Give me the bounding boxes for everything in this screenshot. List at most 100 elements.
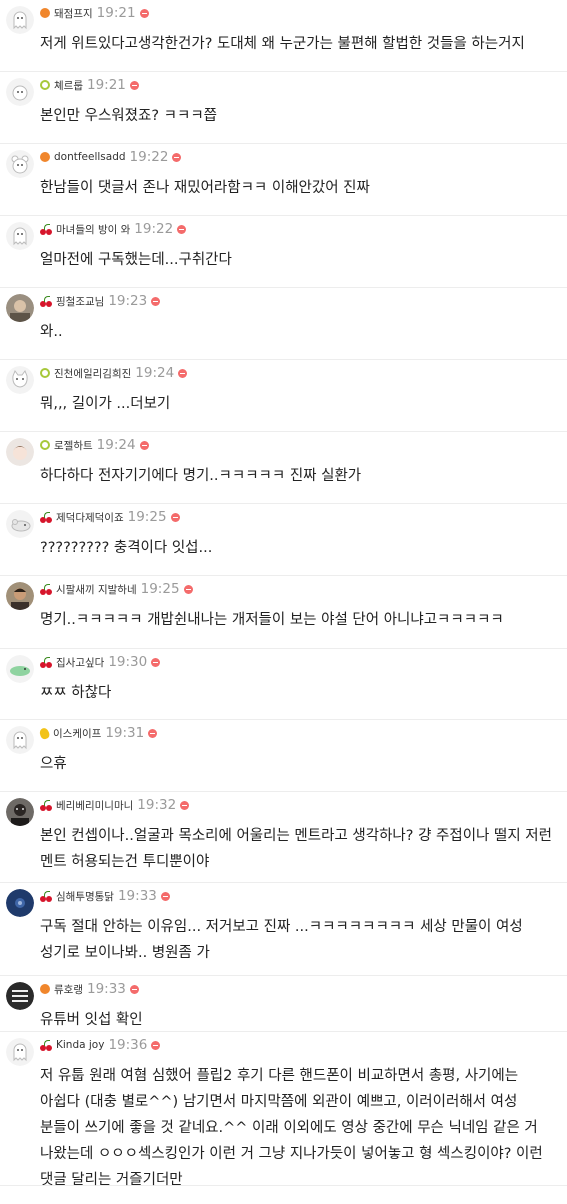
nickname[interactable]: 진천에일리김희진	[54, 366, 131, 381]
comment-item: 제덕다제덕이죠 19:25 ????????? 충격이다 잇섭...	[0, 504, 567, 576]
comment-text: 얼마전에 구독했는데...구취간다	[40, 252, 232, 268]
comment-text: 한남들이 댓글서 존나 재밌어라함ㅋㅋ 이해안갔어 진짜	[40, 180, 370, 196]
comment-text: ????????? 충격이다 잇섭...	[40, 540, 213, 556]
cherry-level-icon	[40, 583, 52, 595]
comment-meta: 쳬르룹 19:21	[40, 76, 139, 94]
nickname[interactable]: 로젤하트	[54, 438, 93, 453]
avatar[interactable]	[6, 6, 34, 34]
comment-text: 와..	[40, 324, 63, 340]
timestamp: 19:25	[140, 581, 180, 597]
nickname[interactable]: dontfeellsadd	[54, 151, 126, 163]
comment-item: 류호랭 19:33 유튜버 잇섭 확인	[0, 976, 567, 1032]
timestamp: 19:24	[96, 437, 136, 453]
timestamp: 19:25	[127, 509, 167, 525]
avatar[interactable]	[6, 366, 34, 394]
orange-level-icon	[40, 984, 50, 994]
comment-meta: 로젤하트 19:24	[40, 436, 149, 454]
green-level-icon	[40, 80, 50, 90]
comment-item: 마녀들의 방이 와 19:22 얼마전에 구독했는데...구취간다	[0, 216, 567, 288]
new-badge-icon	[180, 800, 190, 810]
avatar[interactable]	[6, 582, 34, 610]
nickname[interactable]: 마녀들의 방이 와	[56, 222, 130, 237]
comment-meta: 류호랭 19:33	[40, 980, 139, 998]
comment-meta: 핑철조교님 19:23	[40, 292, 161, 310]
comment-meta: 심해투명통닭 19:33	[40, 887, 170, 905]
nickname[interactable]: 류호랭	[54, 982, 83, 997]
timestamp: 19:22	[129, 149, 169, 165]
new-badge-icon	[160, 891, 170, 901]
comment-text: ㅉㅉ 하찮다	[40, 685, 112, 701]
comment-item: 진천에일리김희진 19:24 뭐,,, 길이가 ...더보기	[0, 360, 567, 432]
avatar[interactable]	[6, 222, 34, 250]
avatar[interactable]	[6, 510, 34, 538]
timestamp: 19:24	[135, 365, 175, 381]
comment-meta: 집사고싶다 19:30	[40, 653, 161, 671]
comment-item: 베리베리미니마니 19:32 본인 컨셉이나..얼굴과 목소리에 어울리는 멘트라고…	[0, 792, 567, 883]
orange-level-icon	[40, 8, 50, 18]
comment-item: 심해투명통닭 19:33 구독 절대 안하는 이유임... 저거보고 진짜 ...ㅋ…	[0, 883, 567, 976]
comment-item: 쳬르룹 19:21 본인만 우스워졌죠? ㅋㅋㅋ쯥	[0, 72, 567, 144]
new-badge-icon	[178, 368, 188, 378]
timestamp: 19:30	[108, 654, 148, 670]
comment-text: 본인 컨셉이나..얼굴과 목소리에 어울리는 멘트라고 생각하나? 걍 주접이나…	[40, 828, 557, 870]
timestamp: 19:36	[108, 1037, 148, 1053]
comment-meta: 제덕다제덕이죠 19:25	[40, 508, 180, 526]
new-badge-icon	[151, 1040, 161, 1050]
comment-text: 저게 위트있다고생각한건가? 도대체 왜 누군가는 불편해 할법한 것들을 하는…	[40, 36, 525, 52]
cherry-level-icon	[40, 799, 52, 811]
new-badge-icon	[139, 440, 149, 450]
timestamp: 19:21	[86, 77, 126, 93]
new-badge-icon	[129, 80, 139, 90]
avatar[interactable]	[6, 655, 34, 683]
nickname[interactable]: 심해투명통닭	[56, 889, 114, 904]
comment-text: 명기..ㅋㅋㅋㅋㅋ 개밥쉰내나는 개저들이 보는 야설 단어 아니냐고ㅋㅋㅋㅋㅋ	[40, 612, 504, 628]
new-badge-icon	[183, 584, 193, 594]
avatar[interactable]	[6, 150, 34, 178]
timestamp: 19:22	[134, 221, 174, 237]
comment-meta: 시팔새끼 지발하네 19:25	[40, 580, 193, 598]
timestamp: 19:31	[105, 725, 145, 741]
comment-meta: 진천에일리김희진 19:24	[40, 364, 188, 382]
comment-text: 하다하다 전자기기에다 명기..ㅋㅋㅋㅋㅋ 진짜 실환가	[40, 468, 362, 484]
new-badge-icon	[151, 296, 161, 306]
comment-item: 로젤하트 19:24 하다하다 전자기기에다 명기..ㅋㅋㅋㅋㅋ 진짜 실환가	[0, 432, 567, 504]
avatar[interactable]	[6, 982, 34, 1010]
nickname[interactable]: 이스케이프	[53, 726, 101, 741]
nickname[interactable]: Kinda joy	[56, 1039, 104, 1051]
avatar[interactable]	[6, 438, 34, 466]
nickname[interactable]: 제덕다제덕이죠	[56, 510, 124, 525]
cherry-level-icon	[40, 890, 52, 902]
nickname[interactable]: 집사고싶다	[56, 655, 104, 670]
avatar[interactable]	[6, 1038, 34, 1066]
yellow-level-icon	[38, 726, 51, 740]
comment-item: 집사고싶다 19:30 ㅉㅉ 하찮다	[0, 649, 567, 720]
comment-meta: dontfeellsadd 19:22	[40, 148, 182, 166]
nickname[interactable]: 돼점프지	[54, 6, 93, 21]
cherry-level-icon	[40, 1039, 52, 1051]
cherry-level-icon	[40, 511, 52, 523]
nickname[interactable]: 시팔새끼 지발하네	[56, 582, 137, 597]
avatar[interactable]	[6, 294, 34, 322]
comment-meta: 마녀들의 방이 와 19:22	[40, 220, 187, 238]
nickname[interactable]: 베리베리미니마니	[56, 798, 133, 813]
comment-text: 으휴	[40, 756, 67, 772]
avatar[interactable]	[6, 889, 34, 917]
new-badge-icon	[139, 8, 149, 18]
timestamp: 19:33	[86, 981, 126, 997]
comment-meta: 베리베리미니마니 19:32	[40, 796, 190, 814]
timestamp: 19:21	[96, 5, 136, 21]
nickname[interactable]: 쳬르룹	[54, 78, 83, 93]
comment-text: 뭐,,, 길이가 ...더보기	[40, 396, 171, 412]
nickname[interactable]: 핑철조교님	[56, 294, 104, 309]
comment-text: 저 유툽 원래 여혐 심했어 플립2 후기 다른 핸드폰이 비교하면서 총평, …	[40, 1068, 548, 1188]
comment-meta: Kinda joy 19:36	[40, 1036, 161, 1054]
new-badge-icon	[172, 152, 182, 162]
new-badge-icon	[151, 657, 161, 667]
avatar[interactable]	[6, 78, 34, 106]
comment-text: 구독 절대 안하는 이유임... 저거보고 진짜 ...ㅋㅋㅋㅋㅋㅋㅋㅋ 세상 …	[40, 919, 528, 961]
new-badge-icon	[148, 728, 158, 738]
comment-item: 핑철조교님 19:23 와..	[0, 288, 567, 360]
cherry-level-icon	[40, 223, 52, 235]
avatar[interactable]	[6, 726, 34, 754]
avatar[interactable]	[6, 798, 34, 826]
